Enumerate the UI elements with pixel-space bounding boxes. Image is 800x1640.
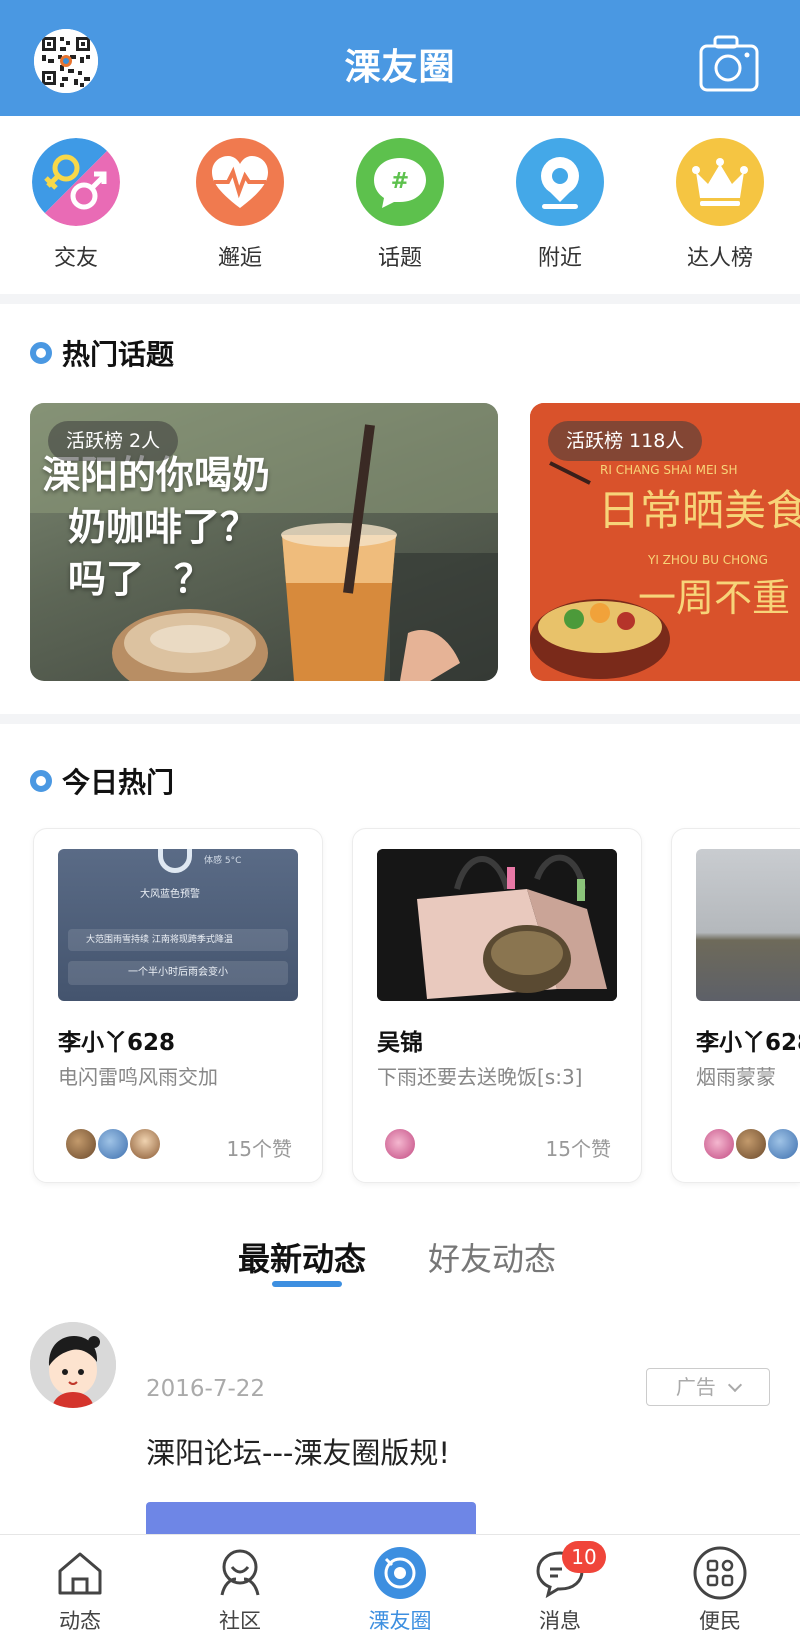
section-dot-icon <box>30 342 52 364</box>
topic-headline: 吗了 <box>68 557 145 601</box>
community-icon <box>212 1545 268 1601</box>
avatar <box>734 1127 768 1161</box>
bottom-nav: 动态 社区 溧友圈 10 消息 便民 <box>0 1534 800 1640</box>
quicknav-item-dating[interactable]: 交友 <box>21 138 131 272</box>
topic-card-text: 溧阳的你喝奶 奶咖啡了？ 吗了？ <box>42 449 270 605</box>
nav-label: 便民 <box>699 1609 741 1633</box>
nav-item-messages[interactable]: 10 消息 <box>510 1541 610 1635</box>
quicknav-item-leaderboard[interactable]: 达人榜 <box>665 138 775 272</box>
crown-icon <box>676 138 764 226</box>
circle-icon <box>372 1545 428 1601</box>
location-icon <box>516 138 604 226</box>
section-dot-icon <box>30 770 52 792</box>
top-bar: 溧友圈 <box>0 0 800 116</box>
section-title-text: 今日热门 <box>62 766 175 799</box>
divider <box>0 714 800 724</box>
quicknav-label: 附近 <box>537 246 582 271</box>
quicknav-label: 交友 <box>53 246 98 271</box>
post-date: 2016-7-22 <box>146 1376 266 1402</box>
topic-card[interactable]: RI CHANG SHAI MEI SH 日常晒美食 YI ZHOU BU CH… <box>530 403 800 681</box>
weather-forecast: 大范围雨雪持续 江南将现跨季式降温 <box>68 929 288 951</box>
hot-post-text: 烟雨蒙蒙 <box>696 1065 776 1089</box>
quick-nav: 交友 邂逅 # 话题 附近 达人榜 <box>0 116 800 294</box>
hot-post-card[interactable]: 李小丫628 烟雨蒙蒙 <box>671 828 800 1183</box>
topic-headline: 一周不重 <box>638 576 791 620</box>
tab-friends[interactable]: 好友动态 <box>428 1234 556 1280</box>
nav-label: 消息 <box>539 1609 581 1633</box>
nav-label: 溧友圈 <box>368 1609 432 1633</box>
camera-icon[interactable] <box>698 32 760 94</box>
section-title-hot-topics: 热门话题 <box>30 333 174 373</box>
heartbeat-icon <box>196 138 284 226</box>
quicknav-label: 邂逅 <box>217 246 262 271</box>
ad-label-dropdown[interactable]: 广告 <box>646 1368 770 1406</box>
topic-card[interactable]: 溧阳的你喝奶 奶咖啡了？ 吗了？ 活跃榜 2人 <box>30 403 498 681</box>
hot-post-card[interactable]: 体感 5°C 大风蓝色预警 大范围雨雪持续 江南将现跨季式降温 一个半小时后雨会… <box>33 828 323 1183</box>
liker-avatars <box>702 1127 800 1161</box>
section-title-text: 热门话题 <box>62 338 175 371</box>
weather-alert: 大风蓝色预警 <box>140 889 200 900</box>
topic-headline: 奶咖啡了？ <box>68 505 259 549</box>
nav-label: 动态 <box>59 1609 101 1633</box>
hot-post-text: 电闪雷鸣风雨交加 <box>58 1065 218 1089</box>
liker-avatars <box>383 1127 417 1161</box>
chevron-down-icon <box>728 1377 743 1393</box>
avatar <box>96 1127 130 1161</box>
unread-badge: 10 <box>562 1541 606 1573</box>
tab-latest[interactable]: 最新动态 <box>238 1234 366 1280</box>
avatar[interactable] <box>30 1322 116 1408</box>
weather-forecast: 一个半小时后雨会变小 <box>68 961 288 985</box>
liker-avatars <box>64 1127 162 1161</box>
message-icon: 10 <box>532 1541 606 1601</box>
topic-activity-badge: 活跃榜 2人 <box>48 421 179 461</box>
grid-icon <box>692 1545 748 1601</box>
avatar <box>766 1127 800 1161</box>
weather-icon <box>158 849 192 873</box>
svg-text:#: # <box>391 169 409 194</box>
nav-item-services[interactable]: 便民 <box>670 1545 770 1635</box>
gender-icon <box>32 138 120 226</box>
avatar <box>383 1127 417 1161</box>
quicknav-item-encounter[interactable]: 邂逅 <box>185 138 295 272</box>
hot-post-image <box>377 849 617 1001</box>
nav-item-community[interactable]: 社区 <box>190 1545 290 1635</box>
hashtag-icon: # <box>356 138 444 226</box>
home-icon <box>52 1545 108 1601</box>
quicknav-label: 达人榜 <box>686 246 753 271</box>
nav-item-feed[interactable]: 动态 <box>30 1545 130 1635</box>
topic-pinyin: RI CHANG SHAI MEI SH <box>600 463 738 477</box>
section-title-today-hot: 今日热门 <box>30 761 174 801</box>
avatar <box>64 1127 98 1161</box>
page-title: 溧友圈 <box>344 47 456 88</box>
hot-post-author: 李小丫628 <box>696 1030 800 1056</box>
hot-post-text: 下雨还要去送晚饭[s:3] <box>377 1065 583 1089</box>
topic-activity-badge: 活跃榜 118人 <box>548 421 703 461</box>
hot-post-image: 体感 5°C 大风蓝色预警 大范围雨雪持续 江南将现跨季式降温 一个半小时后雨会… <box>58 849 298 1001</box>
hot-post-author: 吴锦 <box>377 1030 423 1056</box>
tab-indicator <box>272 1281 342 1287</box>
topic-headline: ？ <box>174 557 213 601</box>
topic-headline: 日常晒美食 <box>598 486 800 535</box>
like-count: 15个赞 <box>226 1137 292 1161</box>
avatar <box>702 1127 736 1161</box>
nav-label: 社区 <box>219 1609 261 1633</box>
topic-pinyin: YI ZHOU BU CHONG <box>648 553 768 567</box>
hot-post-image <box>696 849 800 1001</box>
avatar <box>128 1127 162 1161</box>
quicknav-item-nearby[interactable]: 附近 <box>505 138 615 272</box>
ad-label: 广告 <box>675 1375 716 1399</box>
divider <box>0 294 800 304</box>
post-text[interactable]: 溧阳论坛---溧友圈版规! <box>146 1430 450 1472</box>
hot-post-card[interactable]: 吴锦 下雨还要去送晚饭[s:3] 15个赞 <box>352 828 642 1183</box>
like-count: 15个赞 <box>545 1137 611 1161</box>
hot-post-author: 李小丫628 <box>58 1030 176 1056</box>
quicknav-label: 话题 <box>377 246 422 271</box>
quicknav-item-topics[interactable]: # 话题 <box>345 138 455 272</box>
weather-temp: 体感 5°C <box>204 856 242 866</box>
nav-item-circle[interactable]: 溧友圈 <box>350 1545 450 1635</box>
